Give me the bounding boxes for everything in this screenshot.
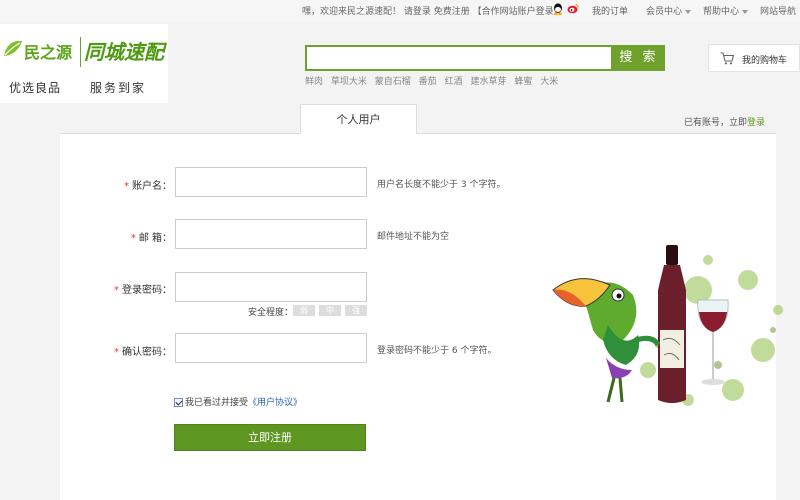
logo-divider <box>80 37 81 67</box>
hot-keyword[interactable]: 草坝大米 <box>331 77 367 87</box>
username-field[interactable] <box>175 167 367 197</box>
cart-icon <box>720 52 734 65</box>
email-field[interactable] <box>175 219 367 249</box>
qq-icon[interactable] <box>553 3 563 15</box>
password-field[interactable] <box>175 272 367 302</box>
welcome-text: 嘿，欢迎来民之源速配！ 请登录 免费注册 【合作网站账户登录】 <box>302 4 563 17</box>
member-center-label: 会员中心 <box>646 7 683 17</box>
required-mark: * <box>114 285 119 296</box>
username-label: * 账户名： <box>110 177 172 192</box>
register-link[interactable]: 免费注册 <box>434 7 470 17</box>
required-mark: * <box>130 233 136 244</box>
hot-keyword[interactable]: 建水草芽 <box>470 77 506 87</box>
partner-login-link[interactable]: 【合作网站账户登录】 <box>473 7 563 17</box>
weibo-icon[interactable] <box>567 3 579 14</box>
brand-main: 民之源 <box>24 43 73 62</box>
search-input[interactable] <box>305 45 613 71</box>
leaf-logo-icon <box>4 40 22 56</box>
site-logo[interactable]: 民之源 同城速配 优选良品 服务到家 <box>0 24 168 103</box>
confirm-password-label: * 确认密码： <box>100 343 172 358</box>
hot-keyword[interactable]: 蒙自石榴 <box>375 77 411 87</box>
strength-medium: 中 <box>319 305 341 316</box>
my-orders-link[interactable]: 我的订单 <box>592 4 628 17</box>
username-hint: 用户名长度不能少于 3 个字符。 <box>377 180 506 190</box>
chevron-down-icon <box>685 9 692 14</box>
strength-label: 安全程度： <box>248 308 294 318</box>
help-center-menu[interactable]: 帮助中心 <box>703 4 749 17</box>
required-mark: * <box>124 181 129 192</box>
hot-keyword[interactable]: 蜂蜜 <box>514 77 532 87</box>
required-mark: * <box>114 347 119 358</box>
tab-personal-user[interactable]: 个人用户 <box>300 104 417 134</box>
top-bar: 嘿，欢迎来民之源速配！ 请登录 免费注册 【合作网站账户登录】 我的订单 会员中… <box>0 0 800 22</box>
search-button[interactable]: 搜 索 <box>613 45 665 71</box>
hot-keywords: 鲜肉 草坝大米 蒙自石榴 番茄 红酒 建水草芽 蜂蜜 大米 <box>305 74 563 87</box>
cart-button[interactable]: 我的购物车 <box>708 44 800 72</box>
username-label-text: 账户名： <box>132 181 172 192</box>
confirm-password-hint: 登录密码不能少于 6 个字符。 <box>377 346 497 356</box>
hot-keyword[interactable]: 番茄 <box>419 77 437 87</box>
login-link[interactable]: 登录 <box>747 118 765 128</box>
tagline-left: 优选良品 <box>9 81 62 95</box>
register-button[interactable]: 立即注册 <box>174 424 366 451</box>
agreement-row: 我已看过并接受《用户协议》 <box>174 395 302 408</box>
tagline-right: 服务到家 <box>90 81 147 95</box>
agreement-text: 我已看过并接受 <box>185 398 249 408</box>
site-nav-link[interactable]: 网站导航 <box>760 4 796 17</box>
welcome-prefix: 嘿，欢迎来民之源速配！ <box>302 7 402 17</box>
password-label: * 登录密码： <box>100 281 172 296</box>
hot-keyword[interactable]: 红酒 <box>445 77 463 87</box>
user-agreement-link[interactable]: 《用户协议》 <box>248 398 302 408</box>
email-label: * 邮 箱： <box>110 229 172 244</box>
strength-strong: 强 <box>345 305 367 316</box>
email-hint: 邮件地址不能为空 <box>377 232 450 242</box>
password-label-text: 登录密码： <box>122 285 172 296</box>
toucan-wine-illustration <box>552 245 783 406</box>
help-center-label: 帮助中心 <box>703 7 740 17</box>
chevron-down-icon <box>742 9 749 14</box>
confirm-password-field[interactable] <box>175 333 367 363</box>
login-hint-text: 已有账号，立即 <box>684 118 748 128</box>
member-center-menu[interactable]: 会员中心 <box>646 4 692 17</box>
agreement-checkbox[interactable] <box>174 398 183 407</box>
cart-label: 我的购物车 <box>742 56 788 66</box>
login-hint: 已有账号，立即登录 <box>684 115 765 128</box>
hot-keyword[interactable]: 鲜肉 <box>305 77 323 87</box>
hot-keyword[interactable]: 大米 <box>540 77 558 87</box>
login-link[interactable]: 请登录 <box>404 7 431 17</box>
confirm-password-label-text: 确认密码： <box>122 347 172 358</box>
email-label-text: 邮 箱： <box>138 233 172 244</box>
strength-weak: 弱 <box>293 305 315 316</box>
brand-sub: 同城速配 <box>84 40 164 64</box>
